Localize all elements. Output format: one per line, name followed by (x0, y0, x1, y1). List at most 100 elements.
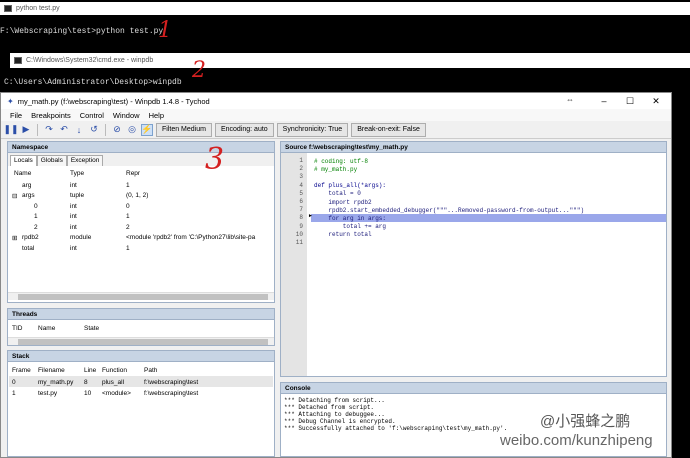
column-header-state[interactable]: State (84, 323, 99, 333)
code-line[interactable]: total += arg (314, 223, 386, 231)
desktop: python test.py F:\Webscraping\test>pytho… (0, 0, 690, 458)
menu-file[interactable]: File (10, 111, 22, 120)
source-pane: Source f:\webscraping\test\my_math.py 1 #… (280, 141, 667, 377)
column-header-line[interactable]: Line (84, 365, 96, 375)
step-return-icon[interactable]: ↓ (73, 124, 85, 136)
toolbar-separator (37, 123, 38, 136)
line-number[interactable]: 11 (281, 239, 303, 247)
toolbar: ❚❚ ▶ ↷ ↶ ↓ ↺ ⊘ ◎ ⚡ Filten Medium Encodin… (1, 121, 671, 139)
stack-path: f:\webscraping\test (144, 389, 199, 397)
namespace-header: Namespace (8, 142, 274, 153)
filter-button[interactable]: Filten Medium (156, 122, 212, 137)
lightning-icon[interactable]: ⚡ (141, 123, 153, 136)
line-number[interactable]: 1 (281, 157, 303, 165)
scroll-thumb[interactable] (18, 294, 268, 300)
column-header-filename[interactable]: Filename (38, 365, 65, 375)
watermark-url: weibo.com/kunzhipeng (500, 432, 653, 449)
code-line[interactable]: rpdb2.start_embedded_debugger("""...Remo… (314, 206, 584, 214)
variable-repr: <module 'rpdb2' from 'C:\Python27\lib\si… (126, 234, 256, 241)
variable-name: total (22, 244, 35, 252)
break-on-exit-button[interactable]: Break-on-exit: False (351, 122, 426, 137)
watermark-handle: @小强蜂之鹏 (540, 413, 631, 430)
code-line[interactable]: # my_math.py (314, 165, 357, 173)
line-number[interactable]: 8 (281, 214, 303, 222)
tab-exception[interactable]: Exception (66, 155, 104, 166)
code-line[interactable]: # coding: utf-8 (314, 157, 368, 165)
namespace-scrollbar[interactable] (8, 292, 274, 300)
line-number[interactable]: 2 (281, 165, 303, 173)
line-number[interactable]: 10 (281, 231, 303, 239)
menu-breakpoints[interactable]: Breakpoints (31, 111, 71, 120)
winpdb-titlebar[interactable]: ✦ my_math.py (f:\webscraping\test) - Win… (1, 93, 671, 109)
encoding-button[interactable]: Encoding: auto (214, 122, 274, 137)
stack-path: f:\webscraping\test (144, 378, 199, 386)
console-icon (14, 57, 22, 64)
maximize-button[interactable]: ☐ (617, 93, 643, 109)
current-line-marker-icon: ► (308, 213, 313, 220)
column-header-name[interactable]: Name (14, 168, 31, 178)
code-line[interactable]: return total (314, 231, 371, 239)
column-header-repr[interactable]: Repr (126, 168, 140, 178)
close-button[interactable]: ✕ (643, 93, 669, 109)
line-number[interactable]: 7 (281, 206, 303, 214)
variable-type: int (70, 202, 77, 210)
analyze-icon[interactable]: ◎ (126, 124, 138, 136)
variable-repr: 1 (126, 213, 130, 220)
goto-icon[interactable]: ⊘ (111, 124, 123, 136)
variable-name: arg (22, 181, 32, 189)
menu-control[interactable]: Control (80, 111, 104, 120)
menu-help[interactable]: Help (149, 111, 164, 120)
console2-titlebar[interactable]: C:\Windows\System32\cmd.exe - winpdb (10, 53, 690, 68)
console2-line: C:\Users\Administrator\Desktop>winpdb (4, 78, 182, 87)
minimize-button[interactable]: – (591, 93, 617, 109)
jump-icon[interactable]: ↺ (88, 124, 100, 136)
expander-icon[interactable]: ⊞ (12, 233, 17, 243)
stack-line: 8 (84, 378, 88, 386)
tab-globals[interactable]: Globals (36, 155, 67, 166)
scroll-thumb[interactable] (18, 339, 268, 345)
variable-repr: 0 (126, 202, 130, 210)
console1-titlebar[interactable]: python test.py (0, 2, 690, 15)
step-over-icon[interactable]: ↷ (43, 124, 55, 136)
pause-icon[interactable]: ❚❚ (3, 124, 18, 136)
play-icon[interactable]: ▶ (20, 124, 32, 136)
variable-repr: 2 (126, 223, 130, 231)
tab-locals[interactable]: Locals (10, 155, 37, 166)
namespace-pane: Namespace Locals Globals Exception Name … (7, 141, 275, 303)
line-number[interactable]: 6 (281, 198, 303, 206)
line-number[interactable]: 4 (281, 182, 303, 190)
stack-header: Stack (8, 351, 274, 362)
stack-pane: Stack Frame Filename Line Function Path … (7, 350, 275, 457)
code-line[interactable]: for arg in args: (314, 214, 386, 222)
stack-line: 10 (84, 389, 92, 397)
code-line[interactable]: total = 0 (314, 190, 360, 198)
threads-scrollbar[interactable] (8, 337, 274, 345)
menu-window[interactable]: Window (113, 111, 140, 120)
line-number[interactable]: 3 (281, 173, 303, 181)
threads-pane: Threads TID Name State (7, 308, 275, 346)
variable-name: rpdb2 (22, 234, 39, 241)
column-header-function[interactable]: Function (102, 365, 127, 375)
code-line[interactable]: import rpdb2 (314, 198, 371, 206)
variable-type: int (70, 244, 77, 252)
column-header-thread-name[interactable]: Name (38, 323, 55, 333)
code-line[interactable]: def plus_all(*args): (314, 182, 386, 190)
variable-name: 1 (34, 213, 38, 220)
line-number[interactable]: 5 (281, 190, 303, 198)
variable-repr: (0, 1, 2) (126, 192, 149, 199)
step-into-icon[interactable]: ↶ (58, 124, 70, 136)
column-header-tid[interactable]: TID (12, 323, 22, 333)
line-number[interactable]: 9 (281, 223, 303, 231)
app-icon: ✦ (7, 96, 14, 106)
annotation-1: 1 (158, 18, 172, 43)
synchronicity-button[interactable]: Synchronicity: True (276, 122, 349, 137)
variable-type: tuple (70, 192, 85, 199)
variable-repr: 1 (126, 181, 130, 189)
stack-function: <module> (102, 389, 131, 397)
column-header-type[interactable]: Type (70, 168, 84, 178)
expander-icon[interactable]: ⊟ (12, 191, 17, 201)
console-line: *** Detaching from script... (284, 397, 385, 404)
column-header-frame[interactable]: Frame (12, 365, 31, 375)
stack-filename: my_math.py (38, 378, 74, 386)
column-header-path[interactable]: Path (144, 365, 157, 375)
